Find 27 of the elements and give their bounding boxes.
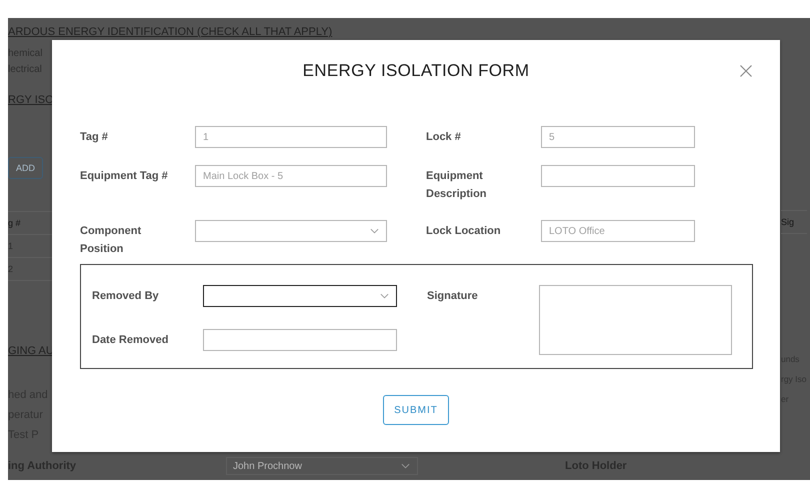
close-icon[interactable] (740, 65, 752, 77)
field-label: Date Removed (92, 332, 170, 348)
select-field[interactable] (195, 220, 387, 242)
input-field[interactable] (203, 328, 397, 350)
field-label: Removed By (92, 289, 160, 304)
field-label: Equipment Tag # (80, 169, 168, 184)
input-field[interactable]: LOTO Office (541, 220, 695, 242)
field-label: Tag # (80, 130, 109, 145)
field-label: Lock # (426, 130, 462, 145)
field-label: Equipment Description (426, 169, 488, 202)
chevron-down-icon (401, 463, 410, 469)
signature-field[interactable] (539, 285, 732, 355)
table-header: Sig (781, 210, 807, 234)
input-field[interactable]: 1 (195, 126, 387, 148)
input-field[interactable]: Main Lock Box - 5 (195, 165, 387, 187)
chevron-down-icon (380, 293, 389, 299)
chevron-down-icon (370, 228, 379, 234)
select-field[interactable]: John Prochnow (226, 457, 418, 475)
add-button[interactable]: ADD (8, 157, 44, 179)
input-field[interactable] (541, 165, 695, 187)
field-label: Component Position (80, 224, 142, 257)
field-label: Lock Location (426, 224, 502, 239)
input-field[interactable]: 5 (541, 126, 695, 148)
modal-title: ENERGY ISOLATION FORM (302, 61, 530, 81)
field-label: Signature (427, 289, 479, 304)
submit-button[interactable]: SUBMIT (383, 395, 449, 425)
select-field[interactable] (203, 285, 397, 307)
